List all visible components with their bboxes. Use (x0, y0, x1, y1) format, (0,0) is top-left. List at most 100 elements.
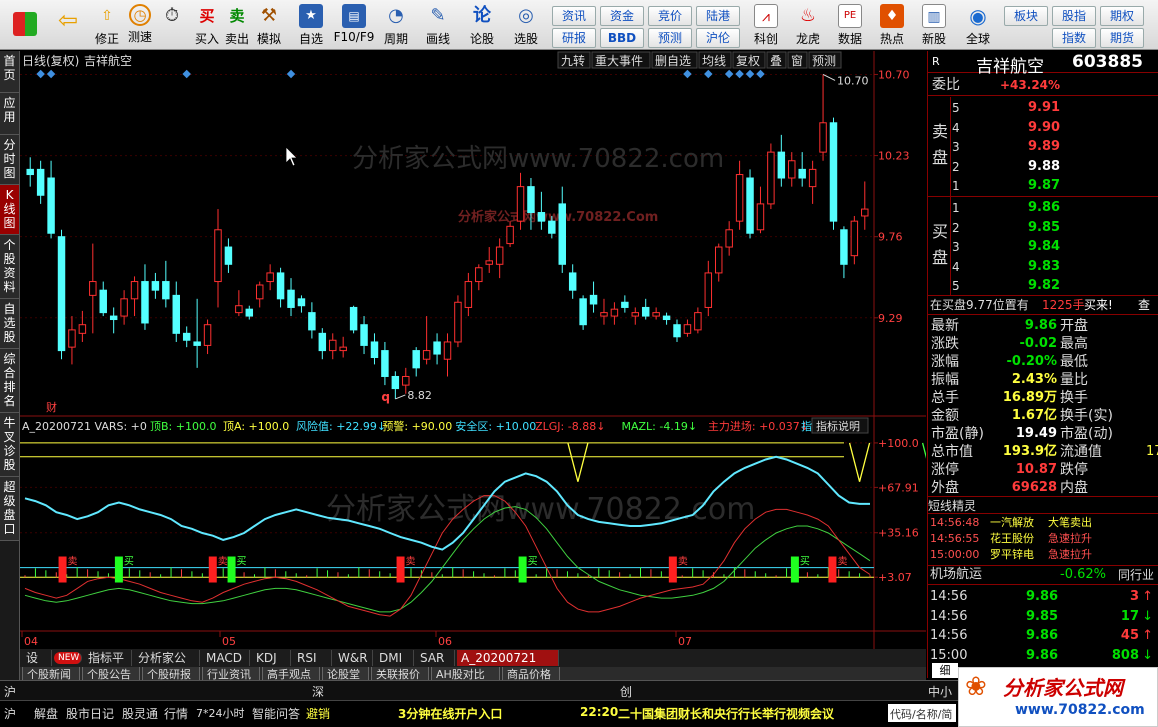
ticker-cy[interactable]: 创 (620, 683, 632, 700)
info-tab-5[interactable]: 论股堂 (322, 667, 369, 680)
draw-line-button[interactable]: ✎ 画线 (420, 4, 456, 48)
ticker-sh[interactable]: 沪 (4, 683, 16, 700)
elf-row[interactable]: 15:00:00 罗平锌电 急速拉升 (928, 547, 1158, 563)
status-24h[interactable]: 7*24小时 (196, 705, 245, 721)
speed-test-button[interactable]: ◷ 测速 (124, 4, 156, 48)
sidebar-item-intraday[interactable]: 分时图 (0, 135, 19, 185)
sidebar-item-apps[interactable]: 应用 (0, 93, 19, 135)
ask-row[interactable]: 1 9.87 (928, 177, 1158, 195)
promo-link[interactable]: 3分钟在线开户入口 (398, 705, 502, 722)
indicator-tab-7[interactable]: W&R (334, 650, 373, 666)
sidebar-item-ranking[interactable]: 综合排名 (0, 349, 19, 413)
indicator-tab-3[interactable]: 分析家公式网 (134, 650, 200, 681)
status-qa[interactable]: 智能问答 (252, 705, 300, 722)
info-tab-3[interactable]: 行业资讯 (202, 667, 260, 680)
bbd-button[interactable]: BBD (600, 28, 644, 48)
shanghai-london-button[interactable]: 沪伦 (696, 28, 740, 48)
stock-index-button[interactable]: 股指 (1052, 6, 1096, 26)
elves-title[interactable]: 短线精灵 (928, 496, 1158, 514)
info-tab-2[interactable]: 个股研报 (142, 667, 200, 680)
info-tab-8[interactable]: 商品价格 (502, 667, 560, 680)
sidebar-item-kline[interactable]: K线图 (0, 185, 19, 235)
futures-button[interactable]: 期货 (1100, 28, 1144, 48)
status-gulingtong[interactable]: 股灵通 (122, 705, 158, 722)
sector-more[interactable]: 同行业 (1118, 566, 1154, 584)
simulate-button[interactable]: ⚒ 模拟 (252, 4, 286, 48)
research-button[interactable]: 研报 (552, 28, 596, 48)
status-mark[interactable]: 避销 (306, 705, 330, 722)
buy-button[interactable]: 买 买入 (192, 4, 222, 48)
sidebar-item-watchlist[interactable]: 自选股 (0, 299, 19, 349)
ask-row[interactable]: 3 9.89 (928, 138, 1158, 156)
sell-button[interactable]: 卖 卖出 (222, 4, 252, 48)
dragon-tiger-button[interactable]: ♨ 龙虎 (788, 4, 828, 48)
status-diary[interactable]: 股市日记 (66, 705, 114, 722)
ask-row[interactable]: 5 9.91 (928, 99, 1158, 117)
f10-button[interactable]: ▤ F10/F9 (332, 4, 376, 48)
bid-row[interactable]: 2 9.85 (928, 219, 1158, 237)
indicator-tab-1[interactable]: NEW (54, 652, 82, 664)
status-market[interactable]: 行情 (164, 705, 188, 722)
ask-row[interactable]: 4 9.90 (928, 119, 1158, 137)
discuss-button[interactable]: 论 论股 (464, 4, 500, 48)
data-button[interactable]: PE 数据 (830, 4, 870, 48)
news-button[interactable]: 资讯 (552, 6, 596, 26)
sidebar-item-diagnosis[interactable]: 牛叉诊股 (0, 413, 19, 477)
indicator-tab-0[interactable]: 设置 (22, 650, 52, 681)
bid-row[interactable]: 1 9.86 (928, 199, 1158, 217)
back-button[interactable]: ⇦ (48, 4, 88, 48)
info-tab-1[interactable]: 个股公告 (82, 667, 140, 680)
hk-connect-button[interactable]: 陆港 (696, 6, 740, 26)
watchlist-button[interactable]: ★ 自选 (292, 4, 330, 48)
auction-button[interactable]: 竞价 (648, 6, 692, 26)
info-tab-0[interactable]: 个股新闻 (22, 667, 80, 680)
q-marker[interactable]: q (381, 390, 390, 404)
indicator-tab-4[interactable]: MACD (202, 650, 250, 666)
status-sh[interactable]: 沪 (4, 705, 16, 722)
elf-row[interactable]: 14:56:55 花王股份 急速拉升 (928, 531, 1158, 547)
sidebar-item-profile[interactable]: 个股资料 (0, 235, 19, 299)
status-analysis[interactable]: 解盘 (34, 705, 58, 722)
bid-row[interactable]: 3 9.84 (928, 238, 1158, 256)
index-button[interactable]: 指数 (1052, 28, 1096, 48)
period-button[interactable]: ◔ 周期 (378, 4, 414, 48)
sector-button[interactable]: 板块 (1004, 6, 1048, 26)
fix-button[interactable]: ⇧ 修正 (90, 4, 124, 48)
select-stock-button[interactable]: ◎ 选股 (506, 4, 546, 48)
global-button[interactable]: ◉ 全球 (958, 4, 998, 48)
bid-row[interactable]: 4 9.83 (928, 258, 1158, 276)
elf-row[interactable]: 14:56:48 一汽解放 大笔卖出 (928, 515, 1158, 531)
news-headline[interactable]: 二十国集团财长和央行行长举行视频会议 (618, 705, 834, 722)
new-stock-button[interactable]: ▥ 新股 (914, 4, 954, 48)
indicator-tab-6[interactable]: RSI (293, 650, 332, 666)
info-tab-4[interactable]: 高手观点 (262, 667, 320, 680)
star-market-button[interactable]: ⩘ 科创 (746, 4, 786, 48)
tab-detail[interactable]: 细 (932, 663, 958, 678)
indicator-tab-9[interactable]: SAR (416, 650, 455, 666)
ask-row[interactable]: 2 9.88 (928, 158, 1158, 176)
check-button[interactable]: 查 (1138, 296, 1150, 314)
fin-marker[interactable]: 财 (46, 400, 57, 414)
hot-button[interactable]: ♦ 热点 (872, 4, 912, 48)
ticker-sme[interactable]: 中小 (928, 683, 952, 700)
indicator-tab-5[interactable]: KDJ (252, 650, 291, 666)
info-tab-6[interactable]: 关联报价 (371, 667, 429, 680)
menu-grid-button[interactable] (8, 4, 42, 48)
kline-chart-area[interactable]: 日线(复权) 吉祥航空 九转 重大事件 删自选 均线 复权叠窗预测 分析家公式网www.… (20, 51, 944, 649)
buy-now-button[interactable]: 买来! (1084, 296, 1113, 314)
funds-button[interactable]: 资金 (600, 6, 644, 26)
search-input[interactable]: 代码/名称/简拼 (888, 704, 956, 722)
sector-row[interactable]: 机场航运 -0.62% 同行业 (928, 565, 1158, 585)
info-tab-7[interactable]: AH股对比 (431, 667, 500, 680)
sidebar-item-super-book[interactable]: 超级盘口 (0, 477, 19, 541)
indicator-tab-10[interactable]: A_20200721 (457, 650, 559, 666)
ticker-sz[interactable]: 深 (312, 683, 324, 700)
sidebar-item-home[interactable]: 首页 (0, 51, 19, 93)
indicator-tab-8[interactable]: DMI (375, 650, 414, 666)
forecast-button[interactable]: 预测 (648, 28, 692, 48)
options-button[interactable]: 期权 (1100, 6, 1144, 26)
indicator-tab-2[interactable]: 指标平台 (84, 650, 132, 681)
clock-button[interactable]: ⏱ (156, 4, 188, 48)
bid-row[interactable]: 5 9.82 (928, 277, 1158, 295)
kline-chart-svg[interactable]: 日线(复权) 吉祥航空 九转 重大事件 删自选 均线 复权叠窗预测 分析家公式网www.… (20, 51, 944, 649)
